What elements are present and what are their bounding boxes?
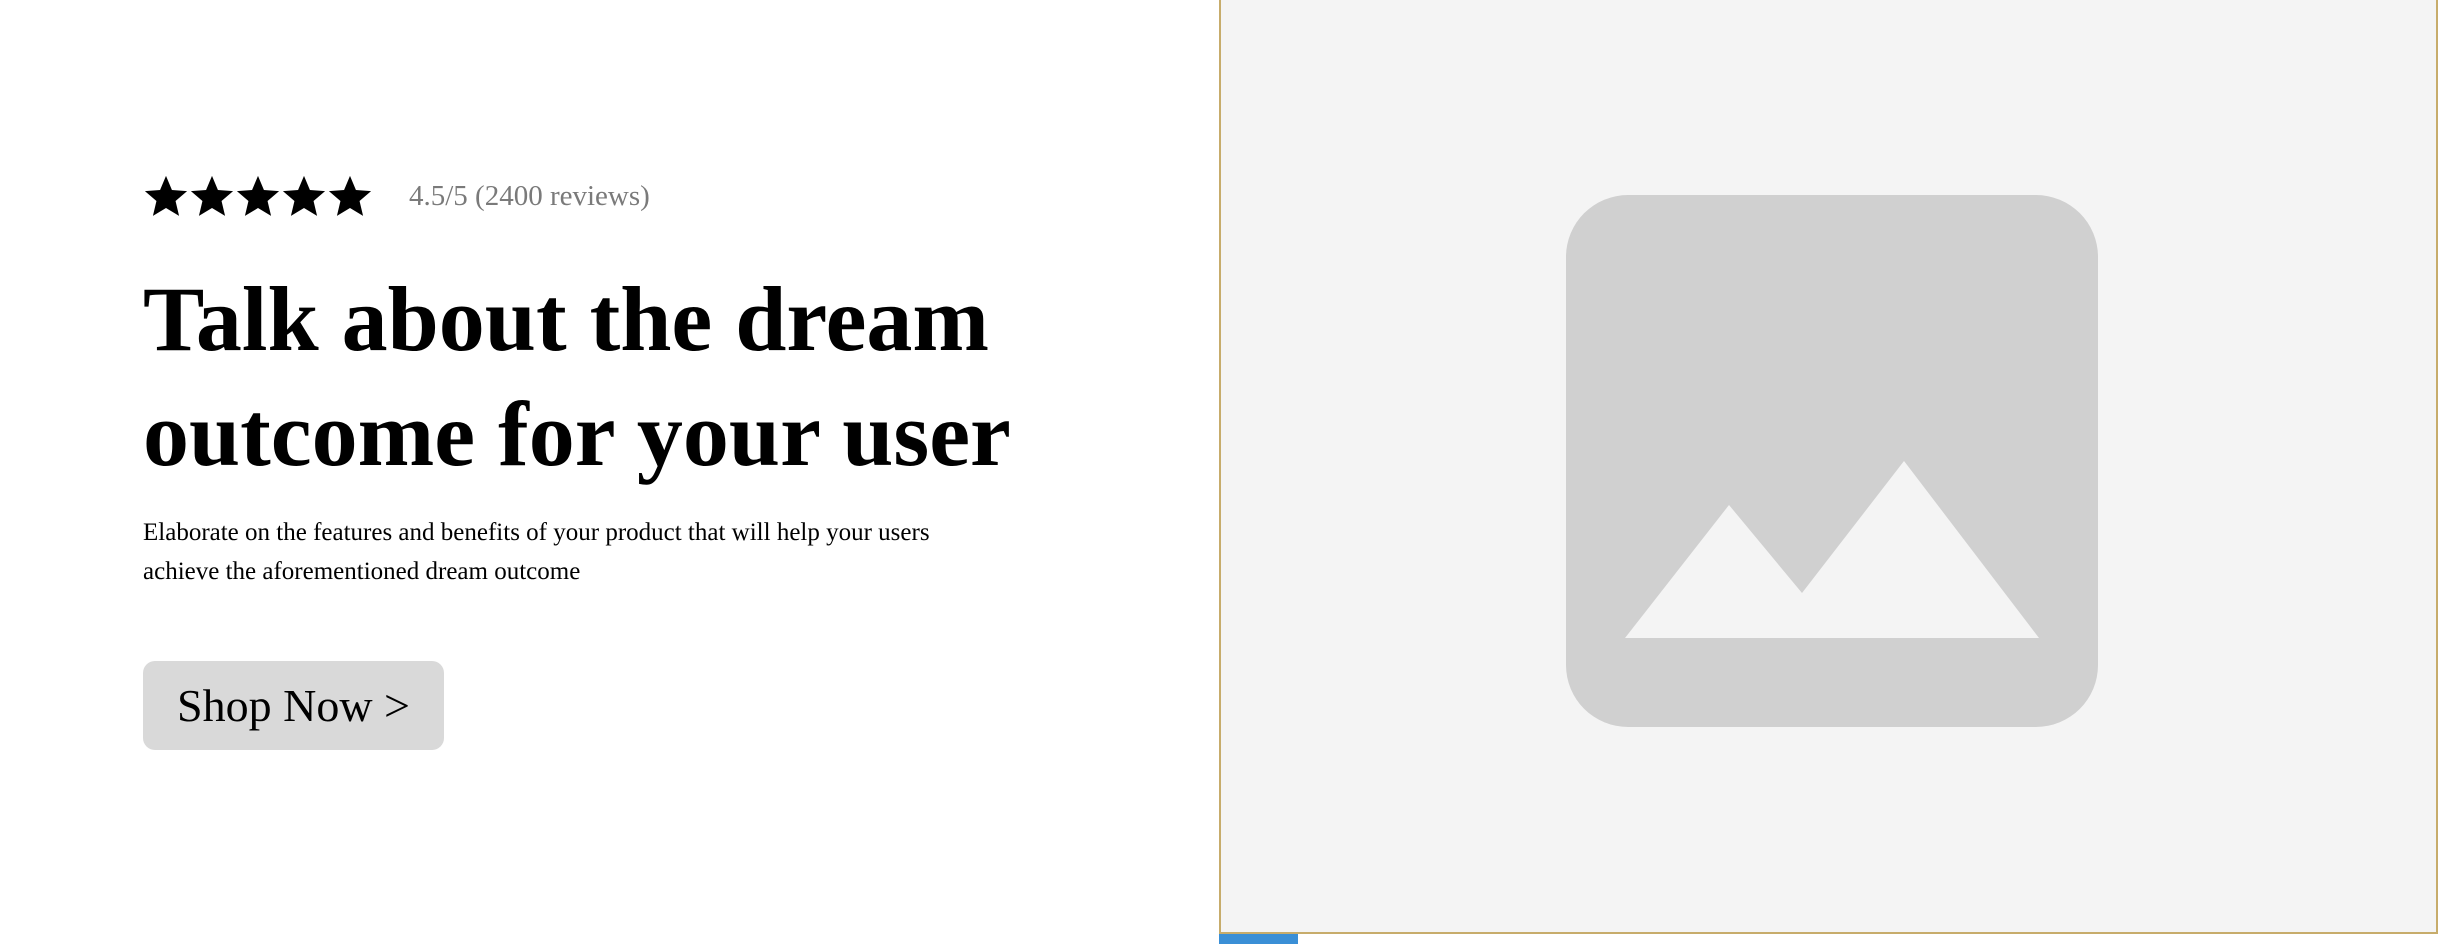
hero-description: Elaborate on the features and benefits o… (143, 513, 1023, 591)
hero-headline: Talk about the dream outcome for your use… (143, 262, 1123, 492)
headline-line-2: outcome for your user (143, 383, 1011, 485)
description-line-2: achieve the aforementioned dream outcome (143, 558, 581, 585)
rating-summary: 4.5/5 (2400 reviews) (409, 179, 650, 212)
star-icon (281, 173, 327, 219)
shop-now-button[interactable]: Shop Now > (143, 661, 444, 750)
star-icon (189, 173, 235, 219)
rating-row: 4.5/5 (2400 reviews) (143, 172, 650, 220)
star-icon (235, 173, 281, 219)
accent-tab (1219, 934, 1298, 944)
star-icon (143, 173, 189, 219)
hero-content: 4.5/5 (2400 reviews) Talk about the drea… (0, 0, 1220, 944)
star-rating (143, 173, 373, 219)
hero-image-placeholder (1219, 0, 2438, 934)
hero-section: 4.5/5 (2400 reviews) Talk about the drea… (0, 0, 2440, 944)
image-placeholder-icon (1566, 195, 2098, 727)
star-icon (327, 173, 373, 219)
headline-line-1: Talk about the dream (143, 268, 990, 370)
description-line-1: Elaborate on the features and benefits o… (143, 519, 930, 546)
